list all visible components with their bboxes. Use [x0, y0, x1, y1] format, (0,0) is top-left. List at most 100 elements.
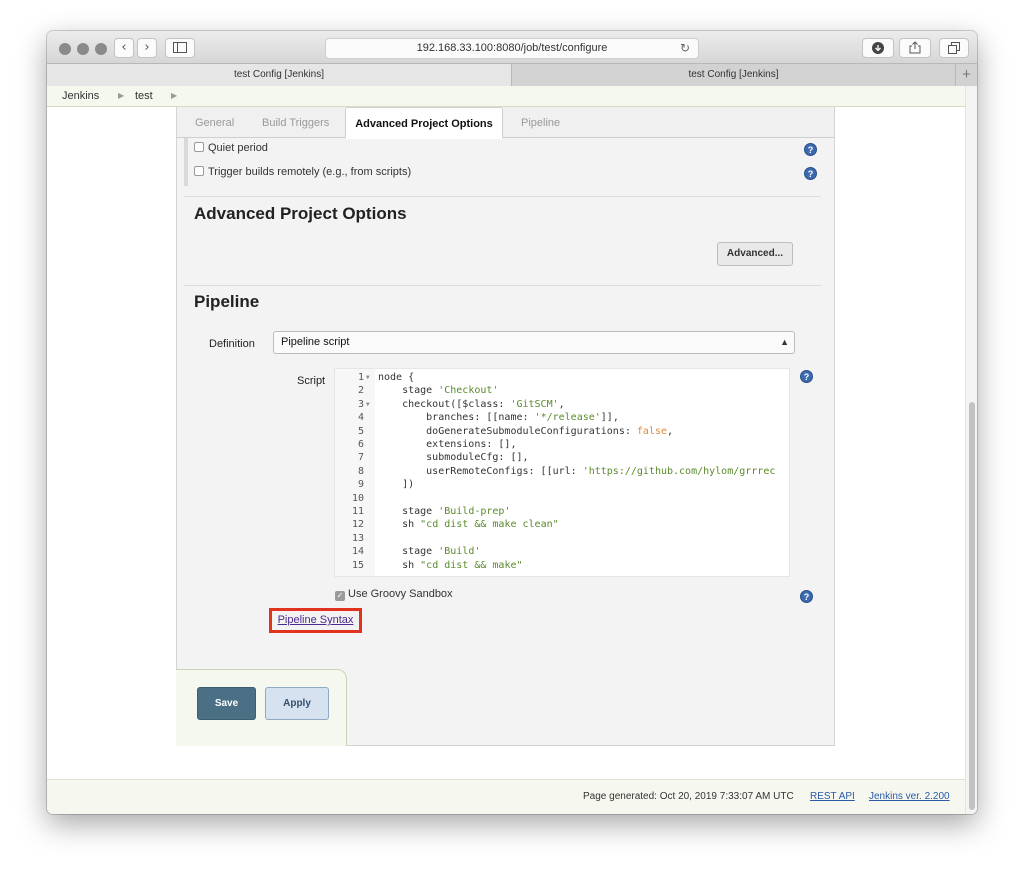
- url-text: 192.168.33.100:8080/job/test/configure: [416, 42, 608, 54]
- line-number: 14: [351, 546, 364, 558]
- code-line[interactable]: 5 doGenerateSubmoduleConfigurations: fal…: [335, 425, 789, 438]
- line-number: 4: [357, 412, 364, 424]
- line-number: 7: [357, 452, 364, 464]
- tab-advanced-project-options[interactable]: Advanced Project Options: [345, 107, 503, 139]
- rest-api-link[interactable]: REST API: [810, 780, 855, 814]
- pipeline-syntax-highlight: Pipeline Syntax: [269, 608, 362, 633]
- code-text[interactable]: node {: [378, 371, 414, 384]
- code-text[interactable]: stage 'Build': [378, 545, 480, 558]
- line-number: 3: [357, 398, 364, 410]
- zoom-window-button[interactable]: [95, 43, 107, 55]
- line-number: 12: [351, 519, 364, 531]
- close-window-button[interactable]: [59, 43, 71, 55]
- section-divider: [184, 285, 821, 286]
- download-icon[interactable]: [862, 38, 894, 58]
- groovy-sandbox-checkbox[interactable]: ✓: [335, 591, 345, 601]
- code-text[interactable]: doGenerateSubmoduleConfigurations: false…: [378, 425, 673, 438]
- code-line[interactable]: 13: [335, 532, 789, 545]
- code-text[interactable]: stage 'Build-prep': [378, 505, 510, 518]
- script-editor[interactable]: 1 ▼ node {2 stage 'Checkout' 3 ▼ checkout([$…: [334, 368, 790, 577]
- definition-label: Definition: [209, 338, 255, 350]
- code-line[interactable]: 9 ]): [335, 478, 789, 491]
- apply-button[interactable]: Apply: [265, 687, 329, 720]
- code-text[interactable]: submoduleCfg: [],: [378, 451, 528, 464]
- tabs-overview-icon[interactable]: [939, 38, 969, 58]
- code-line[interactable]: 4 branches: [[name: '*/release']],: [335, 411, 789, 424]
- breadcrumb-arrow-icon[interactable]: ▶: [118, 86, 124, 106]
- save-button[interactable]: Save: [197, 687, 256, 720]
- breadcrumb-jenkins[interactable]: Jenkins: [62, 86, 99, 106]
- code-line[interactable]: 11 stage 'Build-prep': [335, 505, 789, 518]
- share-icon[interactable]: [899, 38, 931, 58]
- save-bar: Save Apply: [176, 669, 347, 746]
- browser-tab-strip: test Config [Jenkins] test Config [Jenki…: [47, 64, 977, 86]
- advanced-button[interactable]: Advanced...: [717, 242, 793, 266]
- minimize-window-button[interactable]: [77, 43, 89, 55]
- code-line[interactable]: 12 sh "cd dist && make clean": [335, 518, 789, 531]
- code-line[interactable]: 15 sh "cd dist && make": [335, 559, 789, 572]
- line-number: 5: [357, 425, 364, 437]
- browser-tab-1[interactable]: test Config [Jenkins]: [47, 64, 511, 86]
- code-line[interactable]: 8 userRemoteConfigs: [[url: 'https://git…: [335, 465, 789, 478]
- dropdown-arrows-icon: ▲: [780, 337, 789, 347]
- definition-select[interactable]: Pipeline script ▲: [273, 331, 795, 354]
- help-icon[interactable]: ?: [804, 143, 817, 156]
- code-line[interactable]: 3 ▼ checkout([$class: 'GitSCM',: [335, 398, 789, 411]
- page-footer: Page generated: Oct 20, 2019 7:33:07 AM …: [47, 779, 965, 814]
- tab-pipeline[interactable]: Pipeline: [521, 107, 560, 138]
- page-generated-text: Page generated: Oct 20, 2019 7:33:07 AM …: [583, 791, 794, 802]
- line-number: 11: [351, 506, 364, 517]
- new-tab-icon[interactable]: +: [955, 64, 977, 86]
- trigger-remote-checkbox[interactable]: [194, 166, 204, 176]
- reload-icon[interactable]: ↻: [680, 39, 690, 58]
- code-line[interactable]: 10: [335, 492, 789, 505]
- line-number: 2: [357, 385, 364, 397]
- line-number: 15: [351, 559, 364, 571]
- code-line[interactable]: 1 ▼ node {: [335, 371, 789, 384]
- fold-arrow-icon[interactable]: ▼: [366, 398, 374, 411]
- line-number: 8: [357, 465, 364, 477]
- tab-general[interactable]: General: [195, 107, 234, 138]
- code-text[interactable]: branches: [[name: '*/release']],: [378, 411, 619, 424]
- code-text[interactable]: checkout([$class: 'GitSCM',: [378, 398, 565, 411]
- jenkins-version-link[interactable]: Jenkins ver. 2.200: [869, 780, 950, 814]
- help-icon[interactable]: ?: [800, 590, 813, 603]
- line-number: 13: [351, 532, 364, 544]
- code-text[interactable]: extensions: [],: [378, 438, 516, 451]
- trigger-remote-label: Trigger builds remotely (e.g., from scri…: [208, 166, 412, 178]
- breadcrumb-arrow-icon[interactable]: ▶: [171, 86, 177, 106]
- line-number: 1: [357, 372, 364, 383]
- section-divider: [184, 196, 821, 197]
- quiet-period-option[interactable]: Quiet period: [194, 142, 268, 154]
- quiet-period-checkbox[interactable]: [194, 142, 204, 152]
- code-text[interactable]: ]): [378, 478, 414, 491]
- page-scrollbar[interactable]: [965, 86, 977, 814]
- code-text[interactable]: stage 'Checkout': [378, 384, 498, 397]
- code-text[interactable]: sh "cd dist && make clean": [378, 518, 559, 531]
- groovy-sandbox-label: Use Groovy Sandbox: [348, 588, 453, 600]
- scrollbar-thumb[interactable]: [969, 402, 975, 810]
- code-line[interactable]: 6 extensions: [],: [335, 438, 789, 451]
- definition-select-value: Pipeline script: [281, 336, 350, 348]
- browser-window: ‹ › 192.168.33.100:8080/job/test/configu…: [47, 31, 977, 814]
- code-text[interactable]: userRemoteConfigs: [[url: 'https://githu…: [378, 465, 775, 478]
- breadcrumb-test[interactable]: test: [135, 86, 153, 106]
- config-tabs: General Build Triggers Advanced Project …: [177, 107, 834, 139]
- help-icon[interactable]: ?: [800, 370, 813, 383]
- code-line[interactable]: 14 stage 'Build': [335, 545, 789, 558]
- pipeline-syntax-link[interactable]: Pipeline Syntax: [278, 614, 354, 626]
- address-bar[interactable]: 192.168.33.100:8080/job/test/configure ↻: [325, 38, 699, 59]
- browser-tab-2[interactable]: test Config [Jenkins]: [511, 64, 955, 86]
- code-line[interactable]: 7 submoduleCfg: [],: [335, 451, 789, 464]
- trigger-remote-option[interactable]: Trigger builds remotely (e.g., from scri…: [194, 166, 411, 178]
- fold-arrow-icon[interactable]: ▼: [366, 371, 374, 384]
- sidebar-icon[interactable]: [165, 38, 195, 58]
- groovy-sandbox-option[interactable]: ✓ Use Groovy Sandbox: [335, 588, 453, 601]
- back-icon[interactable]: ‹: [114, 38, 134, 58]
- quiet-period-label: Quiet period: [208, 142, 268, 154]
- help-icon[interactable]: ?: [804, 167, 817, 180]
- code-line[interactable]: 2 stage 'Checkout': [335, 384, 789, 397]
- forward-icon[interactable]: ›: [137, 38, 157, 58]
- tab-build-triggers[interactable]: Build Triggers: [262, 107, 329, 138]
- code-text[interactable]: sh "cd dist && make": [378, 559, 522, 572]
